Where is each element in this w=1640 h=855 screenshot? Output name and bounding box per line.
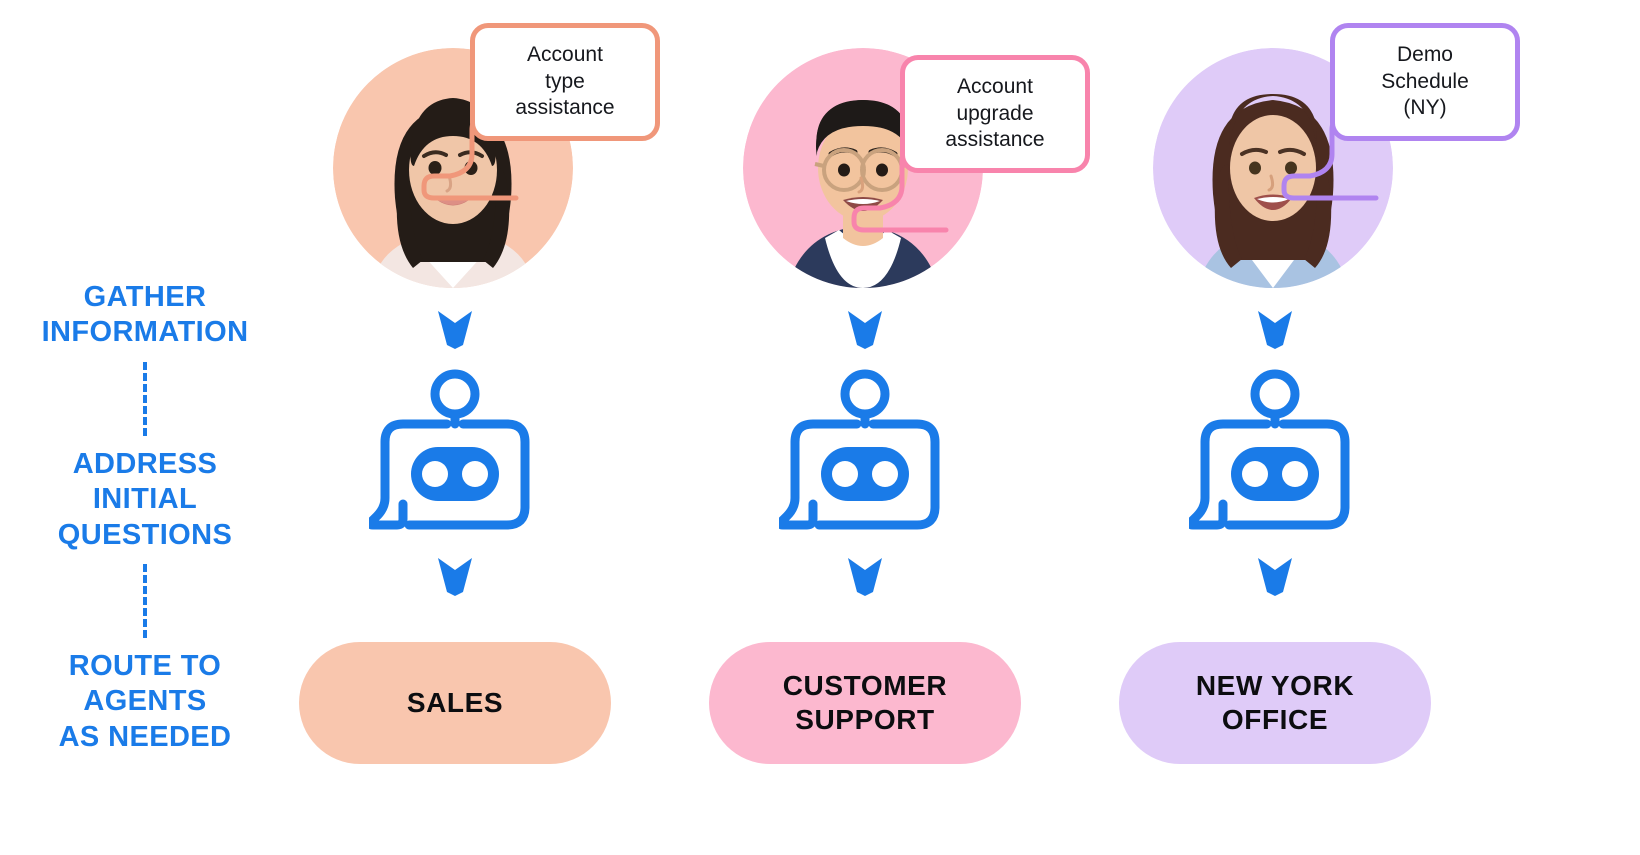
stage-label-address-initial-questions: ADDRESS INITIAL QUESTIONS: [57, 447, 233, 551]
arrow-down-icon: [1258, 558, 1292, 596]
destination-pill-customer-support[interactable]: CUSTOMER SUPPORT: [709, 642, 1021, 764]
stage-label-route-to-agents: ROUTE TO AGENTS AS NEEDED: [58, 649, 232, 753]
dashed-line-icon: [143, 361, 147, 436]
flow-column-new-york-office: Demo Schedule (NY) NEW YORK OFFICE: [1085, 0, 1520, 855]
arrow-down-icon: [438, 311, 472, 349]
arrow-down-icon: [848, 311, 882, 349]
stage-connector-2: [0, 553, 290, 649]
chatbot-icon: [779, 369, 940, 530]
diagram-canvas: GATHER INFORMATION ADDRESS INITIAL QUEST…: [0, 0, 1640, 855]
speech-bubble-demo-schedule: Demo Schedule (NY): [1330, 23, 1520, 141]
flow-column-sales: Account type assistance SALES: [265, 0, 660, 855]
stage-connector-1: [0, 351, 290, 447]
dashed-line-icon: [143, 563, 147, 638]
flow-column-customer-support: Account upgrade assistance CUSTOMER SUPP…: [675, 0, 1090, 855]
arrow-down-icon: [438, 558, 472, 596]
stage-label-column: GATHER INFORMATION ADDRESS INITIAL QUEST…: [0, 280, 290, 755]
arrow-down-icon: [848, 558, 882, 596]
chatbot-icon: [1189, 369, 1350, 530]
destination-pill-sales[interactable]: SALES: [299, 642, 611, 764]
arrow-down-icon: [1258, 311, 1292, 349]
stage-label-gather-information: GATHER INFORMATION: [41, 281, 249, 349]
speech-bubble-account-upgrade: Account upgrade assistance: [900, 55, 1090, 173]
destination-pill-new-york-office[interactable]: NEW YORK OFFICE: [1119, 642, 1431, 764]
chatbot-icon: [369, 369, 530, 530]
speech-bubble-account-type: Account type assistance: [470, 23, 660, 141]
